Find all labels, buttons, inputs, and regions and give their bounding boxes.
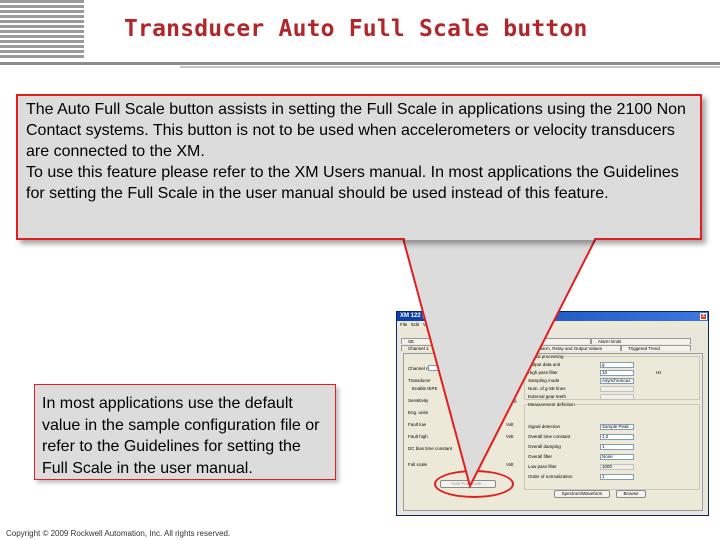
callout-paragraph-2: To use this feature please refer to the …	[26, 164, 679, 202]
main-callout: The Auto Full Scale button assists in se…	[16, 94, 702, 240]
callout-paragraph-1: The Auto Full Scale button assists in se…	[26, 101, 686, 160]
copyright-footer: Copyright © 2009 Rockwell Automation, In…	[6, 529, 231, 538]
pointer-seam	[405, 236, 594, 240]
secondary-callout: In most applications use the default val…	[34, 384, 336, 480]
